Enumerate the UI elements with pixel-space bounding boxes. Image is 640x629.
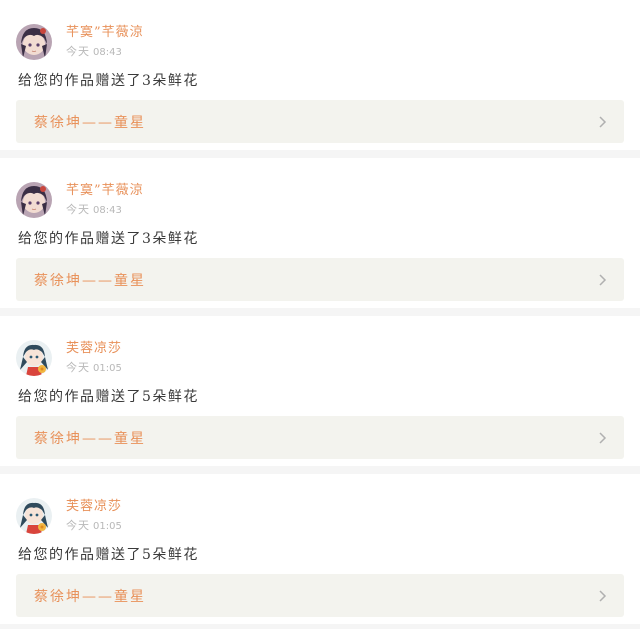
username[interactable]: 芙蓉凉莎 [66, 499, 122, 515]
avatar[interactable] [16, 498, 52, 534]
avatar[interactable] [16, 182, 52, 218]
chevron-right-icon [599, 589, 607, 602]
work-link[interactable]: 蔡徐坤——童星 [16, 258, 624, 301]
notification-header: 芙蓉凉莎 今天 01:05 [16, 316, 624, 376]
user-avatar-icon [16, 340, 52, 376]
username[interactable]: 芊寞”芊薇涼 [66, 25, 144, 41]
work-title: 蔡徐坤——童星 [34, 114, 146, 131]
timestamp: 今天 08:43 [66, 43, 144, 59]
time-value: 08:43 [93, 205, 122, 216]
notification-message: 给您的作品赠送了5朵鲜花 [18, 547, 199, 563]
avatar[interactable] [16, 24, 52, 60]
notification-card: 芙蓉凉莎 今天 01:05 给您的作品赠送了5朵鲜花 蔡徐坤——童星 [0, 316, 640, 466]
notification-message: 给您的作品赠送了3朵鲜花 [18, 73, 199, 89]
work-title: 蔡徐坤——童星 [34, 588, 146, 605]
user-avatar-icon [16, 182, 52, 218]
notification-header: 芙蓉凉莎 今天 01:05 [16, 474, 624, 534]
gift-notification-feed: 芊寞”芊薇涼 今天 08:43 给您的作品赠送了3朵鲜花 蔡徐坤——童星 芊寞”… [0, 0, 640, 629]
time-prefix: 今天 [66, 519, 90, 532]
time-value: 08:43 [93, 47, 122, 58]
time-value: 01:05 [93, 363, 122, 374]
notification-header: 芊寞”芊薇涼 今天 08:43 [16, 0, 624, 60]
time-prefix: 今天 [66, 361, 90, 374]
username[interactable]: 芙蓉凉莎 [66, 341, 122, 357]
time-prefix: 今天 [66, 203, 90, 216]
username[interactable]: 芊寞”芊薇涼 [66, 183, 144, 199]
time-prefix: 今天 [66, 45, 90, 58]
work-link[interactable]: 蔡徐坤——童星 [16, 100, 624, 143]
timestamp: 今天 01:05 [66, 359, 122, 375]
notification-card: 芙蓉凉莎 今天 01:05 给您的作品赠送了5朵鲜花 蔡徐坤——童星 [0, 474, 640, 624]
notification-meta: 芊寞”芊薇涼 今天 08:43 [66, 183, 144, 217]
notification-card: 芊寞”芊薇涼 今天 08:43 给您的作品赠送了3朵鲜花 蔡徐坤——童星 [0, 0, 640, 150]
notification-message: 给您的作品赠送了5朵鲜花 [18, 389, 199, 405]
notification-card: 芊寞”芊薇涼 今天 08:43 给您的作品赠送了3朵鲜花 蔡徐坤——童星 [0, 158, 640, 308]
chevron-right-icon [599, 431, 607, 444]
notification-header: 芊寞”芊薇涼 今天 08:43 [16, 158, 624, 218]
notification-meta: 芙蓉凉莎 今天 01:05 [66, 341, 122, 375]
chevron-right-icon [599, 115, 607, 128]
user-avatar-icon [16, 24, 52, 60]
time-value: 01:05 [93, 521, 122, 532]
user-avatar-icon [16, 498, 52, 534]
avatar[interactable] [16, 340, 52, 376]
timestamp: 今天 08:43 [66, 201, 144, 217]
notification-meta: 芊寞”芊薇涼 今天 08:43 [66, 25, 144, 59]
chevron-right-icon [599, 273, 607, 286]
timestamp: 今天 01:05 [66, 517, 122, 533]
notification-message: 给您的作品赠送了3朵鲜花 [18, 231, 199, 247]
work-title: 蔡徐坤——童星 [34, 430, 146, 447]
notification-meta: 芙蓉凉莎 今天 01:05 [66, 499, 122, 533]
work-link[interactable]: 蔡徐坤——童星 [16, 416, 624, 459]
work-title: 蔡徐坤——童星 [34, 272, 146, 289]
work-link[interactable]: 蔡徐坤——童星 [16, 574, 624, 617]
